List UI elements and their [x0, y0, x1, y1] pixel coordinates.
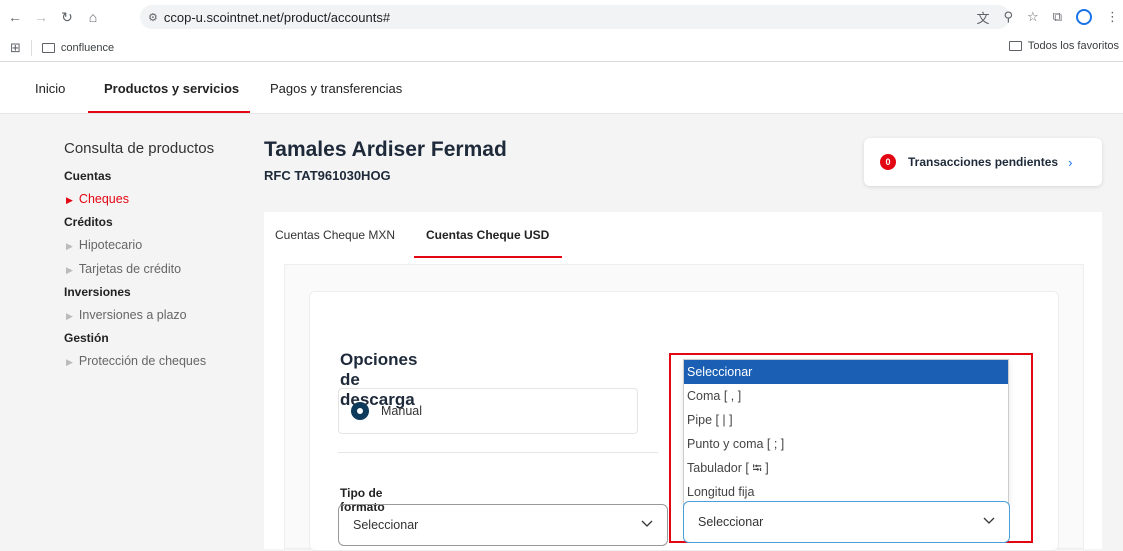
- separator-dropdown-list: Seleccionar Coma [ , ] Pipe [ | ] Punto …: [683, 359, 1009, 505]
- pending-transactions-card[interactable]: 0 Transacciones pendientes ›: [864, 138, 1102, 186]
- separator-select[interactable]: Seleccionar: [683, 501, 1010, 543]
- sidebar-section-cuentas: Cuentas: [64, 169, 112, 183]
- sidebar-item-label: Hipotecario: [78, 238, 143, 252]
- url-text: ccop-u.scointnet.net/product/accounts#: [163, 9, 391, 25]
- chevron-right-icon: ▶: [66, 357, 73, 367]
- pending-count-badge: 0: [880, 154, 896, 170]
- forward-icon[interactable]: →: [30, 6, 52, 28]
- nav-active-indicator: [88, 111, 250, 113]
- all-bookmarks[interactable]: Todos los favoritos: [1008, 40, 1119, 52]
- site-info-icon[interactable]: ⚙: [148, 11, 158, 24]
- product-sidebar: Consulta de productos Cuentas ▶ Cheques C…: [64, 140, 254, 373]
- tab-active-indicator: [414, 256, 562, 258]
- chevron-right-icon: ▶: [66, 265, 73, 275]
- chevron-right-icon: ▶: [66, 311, 73, 321]
- bookmark-label: confluence: [60, 41, 115, 54]
- site-nav: Inicio Productos y servicios Pagos y tra…: [0, 62, 1123, 114]
- zoom-icon[interactable]: ⚲: [1004, 9, 1014, 25]
- star-icon[interactable]: ☆: [1027, 9, 1039, 25]
- folder-icon: [1008, 41, 1022, 51]
- sidebar-section-inversiones: Inversiones: [64, 285, 131, 299]
- manual-label: Manual: [381, 404, 422, 418]
- menu-icon[interactable]: ⋮: [1106, 9, 1119, 25]
- sidebar-item-label: Cheques: [78, 192, 129, 206]
- home-icon[interactable]: ⌂: [82, 6, 104, 28]
- pending-label: Transacciones pendientes: [908, 155, 1059, 169]
- dropdown-option[interactable]: Pipe [ | ]: [684, 408, 1008, 432]
- sidebar-item-proteccion[interactable]: ▶ Protección de cheques: [64, 349, 254, 373]
- format-select-value: Seleccionar: [353, 518, 419, 532]
- nav-item-inicio[interactable]: Inicio: [35, 62, 65, 114]
- manual-option[interactable]: Manual: [338, 388, 638, 434]
- sidebar-item-label: Tarjetas de crédito: [78, 262, 182, 276]
- back-icon[interactable]: ←: [4, 6, 26, 28]
- customer-rfc: RFC TAT961030HOG: [264, 168, 391, 183]
- tab-cheque-usd[interactable]: Cuentas Cheque USD: [426, 212, 549, 258]
- folder-icon: [41, 42, 55, 53]
- sidebar-item-hipotecario[interactable]: ▶ Hipotecario: [64, 233, 254, 257]
- chevron-down-icon: [641, 520, 653, 527]
- separator-select-value: Seleccionar: [698, 515, 764, 529]
- bookmark-confluence[interactable]: confluence: [41, 41, 115, 54]
- format-type-select[interactable]: Seleccionar: [338, 504, 668, 546]
- divider: [338, 452, 658, 453]
- sidebar-title: Consulta de productos: [64, 140, 215, 157]
- translate-icon[interactable]: 文: [977, 8, 990, 27]
- nav-item-productos[interactable]: Productos y servicios: [104, 62, 239, 114]
- extensions-icon[interactable]: ⧉: [1053, 9, 1062, 25]
- address-bar[interactable]: ⚙ ccop-u.scointnet.net/product/accounts#: [140, 5, 1010, 29]
- sidebar-section-gestion: Gestión: [64, 331, 109, 345]
- sidebar-item-label: Inversiones a plazo: [78, 308, 187, 322]
- tab-cheque-mxn[interactable]: Cuentas Cheque MXN: [275, 212, 395, 258]
- dropdown-option[interactable]: Seleccionar: [684, 360, 1008, 384]
- chevron-right-icon: ›: [1068, 154, 1073, 170]
- nav-item-pagos[interactable]: Pagos y transferencias: [270, 62, 402, 114]
- dropdown-option[interactable]: Punto y coma [ ; ]: [684, 432, 1008, 456]
- chevron-right-icon: ▶: [66, 241, 73, 251]
- browser-toolbar: ← → ↻ ⌂ ⚙ ccop-u.scointnet.net/product/a…: [0, 0, 1123, 34]
- dropdown-option[interactable]: Coma [ , ]: [684, 384, 1008, 408]
- chevron-right-icon: ▶: [66, 195, 73, 205]
- sidebar-section-creditos: Créditos: [64, 215, 113, 229]
- reload-icon[interactable]: ↻: [56, 6, 78, 28]
- bookmarks-bar: ⊞ confluence Todos los favoritos: [0, 34, 1123, 62]
- chevron-down-icon: [983, 517, 995, 524]
- profile-icon[interactable]: [1076, 9, 1092, 25]
- all-bookmarks-label: Todos los favoritos: [1027, 40, 1119, 52]
- customer-name: Tamales Ardiser Fermad: [264, 138, 507, 161]
- sidebar-item-inversiones-plazo[interactable]: ▶ Inversiones a plazo: [64, 303, 254, 327]
- sidebar-item-cheques[interactable]: ▶ Cheques: [64, 187, 254, 211]
- sidebar-item-label: Protección de cheques: [78, 354, 207, 368]
- sidebar-item-tarjetas[interactable]: ▶ Tarjetas de crédito: [64, 257, 254, 281]
- apps-grid-icon[interactable]: ⊞: [10, 40, 21, 56]
- account-tabs: Cuentas Cheque MXN Cuentas Cheque USD: [264, 212, 1102, 258]
- dropdown-option[interactable]: Tabulador [ ⭾ ]: [684, 456, 1008, 480]
- divider: [30, 39, 32, 56]
- radio-selected-icon[interactable]: [351, 402, 369, 420]
